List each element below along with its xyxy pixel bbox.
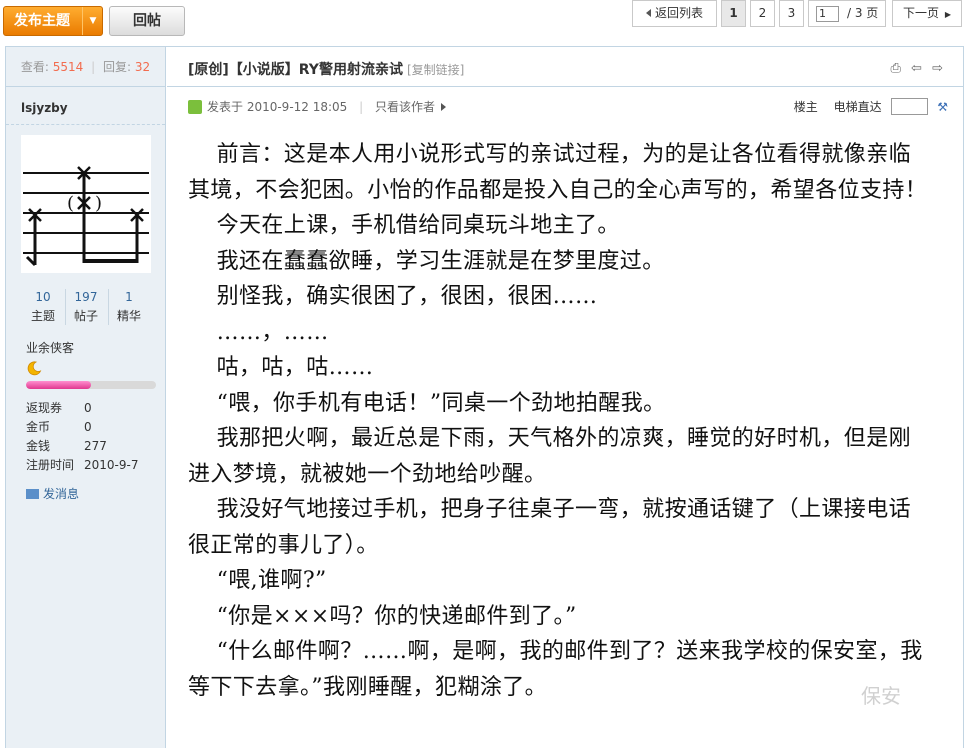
new-thread-button[interactable]: 发布主题 ▼ <box>3 6 103 36</box>
floor-tools: 楼主 电梯直达 ⚒ <box>794 97 948 117</box>
content-paragraph: 我还在蠢蠢欲睡，学习生涯就是在梦里度过。 <box>216 248 665 274</box>
post-tools: ⎙ ⇦ ⇨ <box>885 61 944 76</box>
moon-icon <box>26 360 42 379</box>
arrow-right-icon: ▶ <box>944 10 951 19</box>
post-content: 前言：这是本人用小说形式写的亲试过程，为的是让各位看得就像亲临其境，不会犯困。小… <box>188 137 928 705</box>
digest-count[interactable]: 1 精华 <box>108 289 150 325</box>
author-profile: 返现券 0 金币 0 金钱 277 注册时间 2010-9-7 <box>26 399 156 475</box>
wrench-icon[interactable]: ⚒ <box>937 97 948 117</box>
post-meta: 发表于 2010-9-12 18:05 | 只看该作者 楼主 电梯直达 ⚒ <box>188 97 948 117</box>
post-main: [原创]【小说版】RY警用射流亲试 [复制链接] ⎙ ⇦ ⇨ 发表于 2010-9… <box>167 47 964 748</box>
page-link-3[interactable]: 3 <box>779 0 804 27</box>
content-paragraph: 我那把火啊，最近总是下雨，天气格外的凉爽，睡觉的好时机，但是刚进入梦境，就被她一… <box>188 426 911 487</box>
arrow-right-icon <box>441 103 447 111</box>
floor-jump-input[interactable] <box>891 98 929 115</box>
avatar[interactable]: ( ) <box>21 135 151 273</box>
views-count: 5514 <box>52 60 84 74</box>
profile-row: 金币 0 <box>26 420 92 434</box>
next-page-button[interactable]: 下一页 ▶ <box>892 0 962 27</box>
content-paragraph: ……，…… <box>216 319 329 345</box>
thread-stats: 查看: 5514 | 回复: 32 <box>6 47 165 87</box>
profile-row: 注册时间 2010-9-7 <box>26 458 139 472</box>
post-header: [原创]【小说版】RY警用射流亲试 [复制链接] ⎙ ⇦ ⇨ <box>167 47 964 87</box>
content-paragraph: “喂，你手机有电话！”同桌一个劲地拍醒我。 <box>216 390 666 416</box>
copy-link-button[interactable]: [复制链接] <box>407 63 464 77</box>
content-paragraph: “喂,谁啊?” <box>216 568 327 593</box>
author-sidebar: 查看: 5514 | 回复: 32 lsjyzby () 10 主题 197 … <box>6 47 166 748</box>
content-paragraph: “你是×××吗？你的快递邮件到了。” <box>216 603 577 629</box>
prev-thread-icon[interactable]: ⇦ <box>911 61 922 76</box>
content-paragraph: 前言：这是本人用小说形式写的亲试过程，为的是让各位看得就像亲临其境，不会犯困。小… <box>188 142 928 203</box>
posts-count[interactable]: 197 帖子 <box>65 289 107 325</box>
content-paragraph: 别怪我，确实很困了，很困，很困…… <box>216 284 598 309</box>
author-name[interactable]: lsjyzby <box>21 101 68 115</box>
topics-count[interactable]: 10 主题 <box>22 289 64 325</box>
online-user-icon <box>188 100 202 114</box>
replies-count: 32 <box>134 60 151 74</box>
back-to-list-button[interactable]: 返回列表 <box>632 0 717 27</box>
profile-row: 金钱 277 <box>26 439 107 453</box>
chevron-down-icon[interactable]: ▼ <box>82 7 103 35</box>
content-paragraph: 咕，咕，咕…… <box>216 355 374 380</box>
content-paragraph: “什么邮件啊？……啊，是啊，我的邮件到了？送来我学校的保安室，我等下下去拿。”我… <box>188 639 923 700</box>
only-author-link[interactable]: 只看该作者 <box>375 100 435 114</box>
new-thread-label: 发布主题 <box>14 13 70 29</box>
floor-label: 楼主 <box>793 100 818 114</box>
arrow-left-icon <box>645 9 651 17</box>
send-message-link[interactable]: 发消息 <box>26 485 79 502</box>
page-link-1[interactable]: 1 <box>721 0 746 27</box>
page-total: / 3 页 <box>847 6 879 20</box>
page-jump: 1 / 3 页 <box>808 0 886 27</box>
jump-label: 电梯直达 <box>833 100 882 114</box>
watermark: 保安 <box>861 684 901 708</box>
next-thread-icon[interactable]: ⇨ <box>932 61 943 76</box>
svg-text:): ) <box>95 193 102 214</box>
post-date: 发表于 2010-9-12 18:05 <box>207 100 348 114</box>
page-link-2[interactable]: 2 <box>750 0 775 27</box>
content-paragraph: 今天在上课，手机借给同桌玩斗地主了。 <box>216 213 620 238</box>
post-title: [原创]【小说版】RY警用射流亲试 [复制链接] <box>188 62 465 78</box>
post-container: 查看: 5514 | 回复: 32 lsjyzby () 10 主题 197 … <box>5 46 964 748</box>
user-rank[interactable]: 业余侠客 <box>26 339 74 356</box>
print-icon[interactable]: ⎙ <box>891 61 901 76</box>
content-paragraph: 我没好气地接过手机，把身子往桌子一弯，就按通话键了（上课接电话很正常的事儿了）。 <box>188 497 911 558</box>
profile-row: 返现券 0 <box>26 401 92 415</box>
svg-text:(: ( <box>67 193 74 214</box>
page-number-input[interactable]: 1 <box>816 6 839 22</box>
author-counts: 10 主题 197 帖子 1 精华 <box>22 289 150 325</box>
rank-progress-bar <box>26 381 156 389</box>
rank-progress-fill <box>26 381 91 389</box>
reply-button[interactable]: 回帖 <box>109 6 185 36</box>
envelope-icon <box>26 489 39 499</box>
action-bar: 发布主题 ▼ 回帖 返回列表 1 2 3 1 / 3 页 下一页 ▶ <box>0 0 973 44</box>
